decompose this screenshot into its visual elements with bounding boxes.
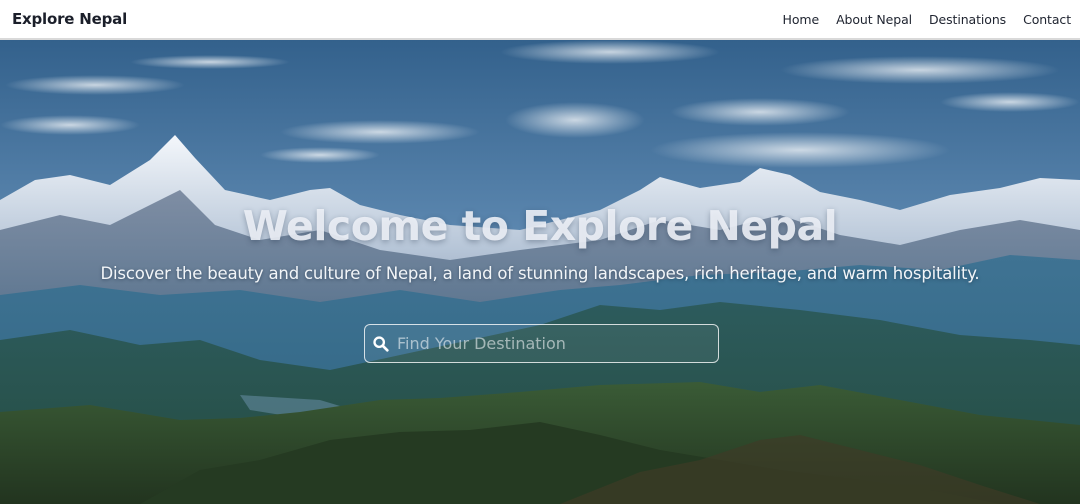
search-icon[interactable] (372, 335, 390, 353)
search-box[interactable] (364, 324, 719, 363)
nav-link-about-nepal[interactable]: About Nepal (836, 12, 912, 27)
nav-link-destinations[interactable]: Destinations (929, 12, 1006, 27)
nav-link-contact[interactable]: Contact (1023, 12, 1071, 27)
search-input[interactable] (390, 325, 718, 362)
hero-subtitle: Discover the beauty and culture of Nepal… (100, 264, 980, 283)
hero-section: Welcome to Explore Nepal Discover the be… (0, 40, 1080, 504)
brand-logo[interactable]: Explore Nepal (12, 10, 127, 28)
navbar: Explore Nepal Home About Nepal Destinati… (0, 0, 1080, 38)
nav-links: Home About Nepal Destinations Contact (783, 12, 1072, 27)
nav-link-home[interactable]: Home (783, 12, 820, 27)
hero-title: Welcome to Explore Nepal (242, 202, 838, 250)
